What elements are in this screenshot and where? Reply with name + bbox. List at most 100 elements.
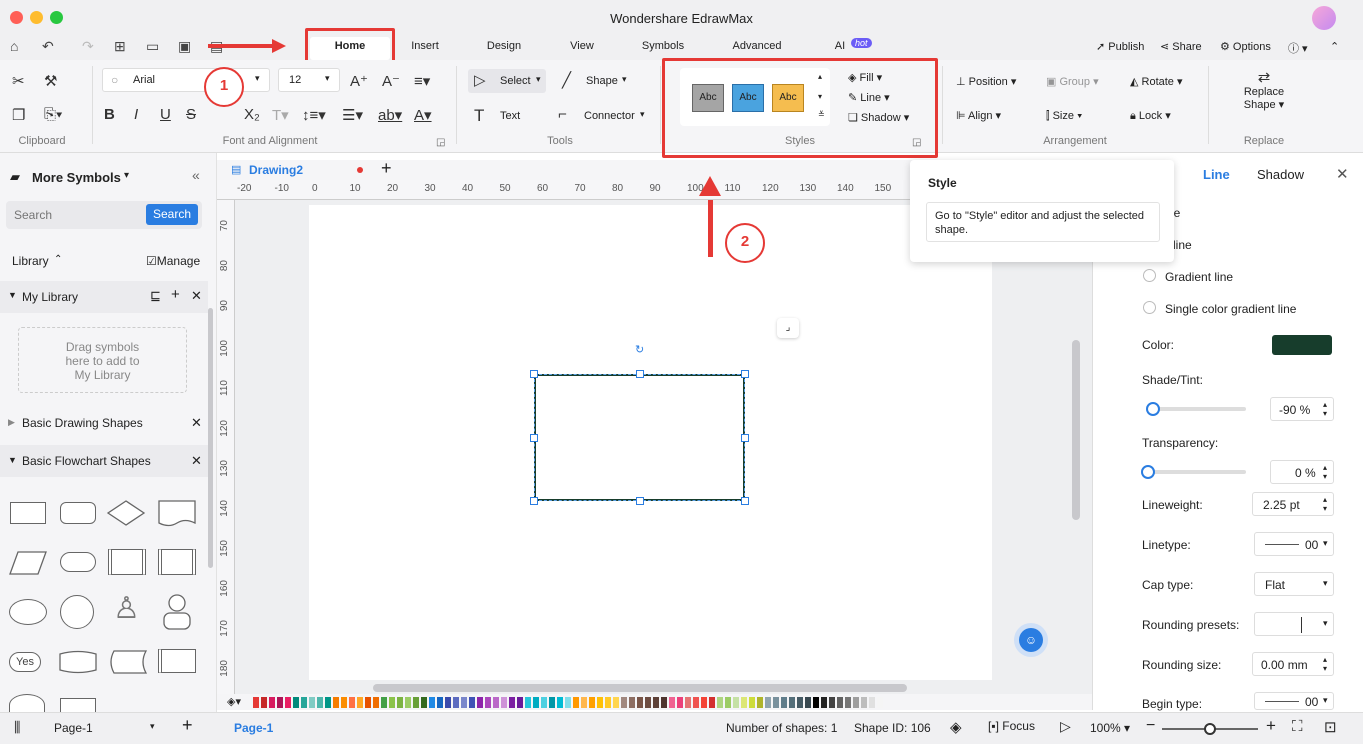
- vertical-scrollbar[interactable]: [1072, 340, 1080, 520]
- transparency-slider[interactable]: [1141, 465, 1246, 479]
- zoom-out-icon[interactable]: −: [1146, 717, 1155, 735]
- color-swatch[interactable]: [677, 697, 683, 708]
- color-swatch[interactable]: [453, 697, 459, 708]
- document-tab[interactable]: Drawing2: [249, 163, 303, 177]
- format-painter-icon[interactable]: ⚒: [44, 72, 57, 90]
- page-tab[interactable]: Page-1: [234, 721, 273, 735]
- color-swatch[interactable]: [573, 697, 579, 708]
- yes-shape[interactable]: Yes: [9, 652, 41, 672]
- color-swatch[interactable]: [381, 697, 387, 708]
- basic-flowchart-shapes-header[interactable]: ▼ Basic Flowchart Shapes ✕: [0, 445, 208, 477]
- document-shape[interactable]: [157, 499, 197, 529]
- focus-button[interactable]: [▪] Focus: [988, 719, 1035, 733]
- share-button[interactable]: ⋖ Share: [1160, 40, 1202, 53]
- chevron-down-icon[interactable]: ▾: [124, 170, 129, 181]
- increase-font-icon[interactable]: A⁺: [350, 72, 368, 90]
- transparency-input[interactable]: 0 % ▴ ▾: [1270, 460, 1334, 484]
- replace-shape-button[interactable]: ⇄ Replace Shape ▾: [1224, 68, 1304, 128]
- home-icon[interactable]: ⌂: [10, 38, 18, 54]
- horizontal-scrollbar[interactable]: [373, 684, 907, 692]
- color-swatch[interactable]: [717, 697, 723, 708]
- fill-bucket-icon[interactable]: ◈▾: [227, 695, 241, 708]
- database-shape[interactable]: [58, 649, 98, 675]
- redo-icon[interactable]: ↷: [82, 38, 94, 55]
- text-case-icon[interactable]: T▾: [272, 106, 289, 124]
- tab-insert[interactable]: Insert: [405, 40, 445, 52]
- play-icon[interactable]: ▷: [1060, 718, 1071, 735]
- color-swatch[interactable]: [517, 697, 523, 708]
- tab-line[interactable]: Line: [1203, 167, 1230, 182]
- fit-page-icon[interactable]: ⛶: [1292, 718, 1303, 735]
- tab-advanced[interactable]: Advanced: [730, 40, 784, 52]
- resize-handle[interactable]: [741, 370, 749, 378]
- ai-assistant-button[interactable]: ☺: [1014, 623, 1048, 657]
- shape-partial-2[interactable]: [60, 698, 96, 713]
- tab-view[interactable]: View: [562, 40, 602, 52]
- color-swatch[interactable]: [589, 697, 595, 708]
- font-dialog-icon[interactable]: ◲: [436, 137, 445, 148]
- tab-ai[interactable]: AI: [832, 40, 848, 52]
- collapse-ribbon-icon[interactable]: ⌃: [1330, 40, 1339, 53]
- text-tool-button[interactable]: T Text: [474, 104, 534, 128]
- publish-button[interactable]: ➚ Publish: [1096, 40, 1144, 53]
- tab-design[interactable]: Design: [484, 40, 524, 52]
- open-folder-icon[interactable]: ▭: [146, 38, 159, 55]
- resize-handle[interactable]: [636, 370, 644, 378]
- color-swatch[interactable]: [437, 697, 443, 708]
- page-select[interactable]: Page-1 ▾: [46, 717, 162, 739]
- font-size-select[interactable]: 12 ▾: [278, 68, 340, 92]
- color-swatch[interactable]: [301, 697, 307, 708]
- actor-shape[interactable]: ♙: [113, 591, 140, 626]
- italic-icon[interactable]: I: [134, 106, 138, 123]
- lock-button[interactable]: 🔒︎ Lock ▾: [1130, 108, 1171, 123]
- color-swatch[interactable]: [349, 697, 355, 708]
- options-button[interactable]: ⚙ Options: [1220, 40, 1271, 53]
- import-icon[interactable]: ⊑: [150, 288, 161, 304]
- color-swatch[interactable]: [853, 697, 859, 708]
- color-swatch[interactable]: [725, 697, 731, 708]
- color-swatch[interactable]: [789, 697, 795, 708]
- layers-icon[interactable]: ◈: [950, 718, 962, 736]
- add-icon[interactable]: +: [171, 286, 180, 303]
- add-page-icon[interactable]: +: [182, 715, 193, 736]
- new-icon[interactable]: ⊞: [114, 38, 126, 55]
- align-button[interactable]: ⊫ Align ▾: [956, 108, 1001, 122]
- avatar[interactable]: [1312, 6, 1336, 30]
- tab-symbols[interactable]: Symbols: [640, 40, 686, 52]
- color-swatch[interactable]: [421, 697, 427, 708]
- zoom-slider[interactable]: [1162, 723, 1258, 735]
- color-swatch[interactable]: [613, 697, 619, 708]
- copy-icon[interactable]: ❐: [12, 106, 25, 124]
- subscript-icon[interactable]: X₂: [244, 106, 260, 123]
- color-swatch[interactable]: [373, 697, 379, 708]
- bold-icon[interactable]: B: [104, 106, 115, 123]
- begin-type-select[interactable]: 00 ▾: [1254, 692, 1334, 710]
- zoom-in-icon[interactable]: +: [1266, 716, 1276, 736]
- color-swatch[interactable]: [701, 697, 707, 708]
- color-swatch[interactable]: [341, 697, 347, 708]
- color-swatch[interactable]: [557, 697, 563, 708]
- list-icon[interactable]: ☰▾: [342, 106, 363, 124]
- color-swatch[interactable]: [493, 697, 499, 708]
- color-swatch[interactable]: [565, 697, 571, 708]
- rotate-button[interactable]: ◭ Rotate ▾: [1130, 74, 1183, 88]
- color-swatch[interactable]: [653, 697, 659, 708]
- line-spacing-icon[interactable]: ↕≡▾: [302, 106, 326, 124]
- manage-button[interactable]: ☑Manage: [146, 254, 200, 268]
- save-icon[interactable]: ▣: [178, 38, 191, 55]
- color-swatch[interactable]: [629, 697, 635, 708]
- cut-icon[interactable]: ✂: [12, 72, 25, 90]
- fullscreen-icon[interactable]: ⊡: [1324, 718, 1337, 736]
- floating-toolbar-icon[interactable]: ⌟: [777, 318, 799, 338]
- color-swatch[interactable]: [317, 697, 323, 708]
- color-swatch[interactable]: [397, 697, 403, 708]
- predefined-process-shape[interactable]: [108, 549, 146, 575]
- color-swatch[interactable]: [685, 697, 691, 708]
- font-name-select[interactable]: ○ Arial ▾: [102, 68, 270, 92]
- rounding-size-input[interactable]: 0.00 mm ▴ ▾: [1252, 652, 1334, 676]
- color-swatch[interactable]: [797, 697, 803, 708]
- color-swatch[interactable]: [765, 697, 771, 708]
- color-swatch[interactable]: [749, 697, 755, 708]
- resize-handle[interactable]: [530, 434, 538, 442]
- linetype-select[interactable]: 00 ▾: [1254, 532, 1334, 556]
